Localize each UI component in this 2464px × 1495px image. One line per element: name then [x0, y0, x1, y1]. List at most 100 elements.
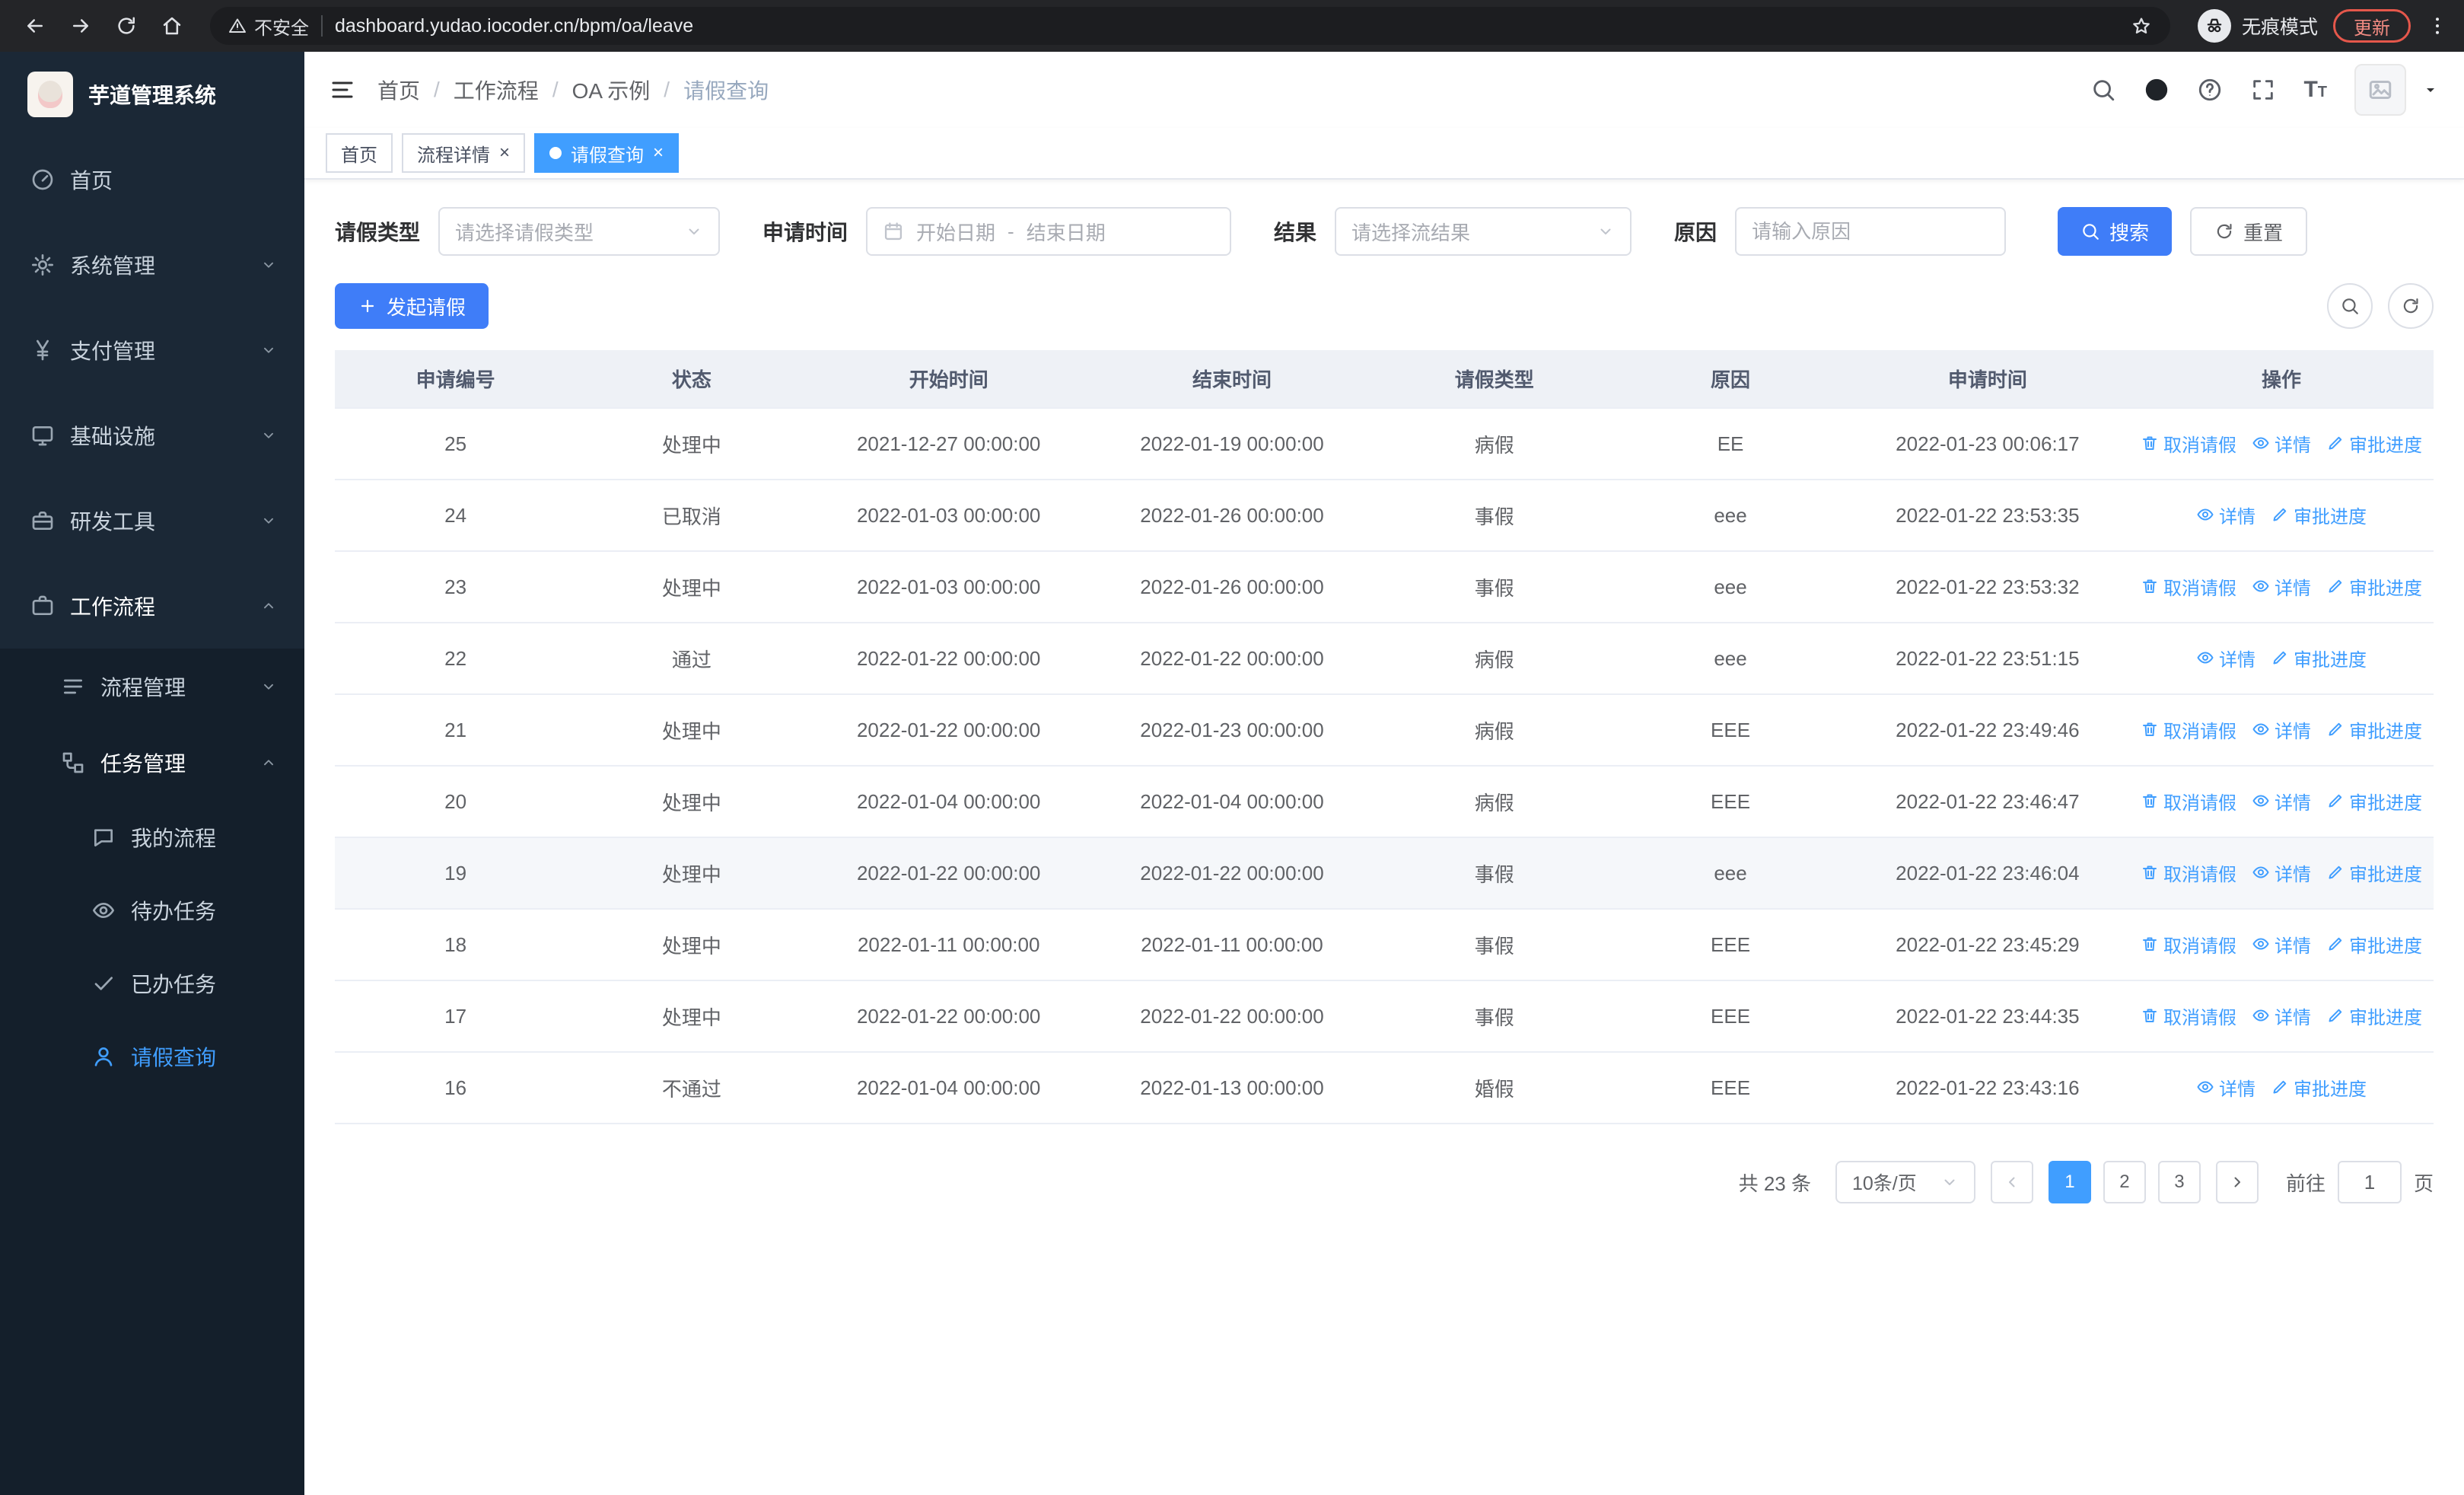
prev-page-button[interactable] — [1990, 1161, 2033, 1203]
table-row[interactable]: 23 处理中 2022-01-03 00:00:00 2022-01-26 00… — [335, 551, 2434, 623]
sidebar-item-done-tasks[interactable]: 已办任务 — [0, 947, 304, 1020]
font-size-icon[interactable]: TT — [2303, 77, 2327, 103]
action-cancel-link[interactable]: 取消请假 — [2141, 859, 2236, 886]
browser-update-button[interactable]: 更新 — [2333, 9, 2411, 43]
action-progress-link[interactable]: 审批进度 — [2326, 430, 2422, 457]
close-tab-icon[interactable]: × — [499, 144, 510, 162]
col-end-time: 结束时间 — [1090, 350, 1374, 409]
action-detail-link[interactable]: 详情 — [2252, 1003, 2311, 1029]
leave-type-select[interactable]: 请选择请假类型 — [438, 207, 721, 256]
user-avatar[interactable] — [2354, 64, 2406, 116]
action-cancel-link[interactable]: 取消请假 — [2141, 931, 2236, 958]
sidebar-collapse-icon[interactable] — [329, 76, 356, 104]
site-security-indicator[interactable]: 不安全 — [228, 13, 309, 40]
browser-menu-icon[interactable] — [2426, 14, 2449, 37]
sidebar-item-payment-management[interactable]: 支付管理 — [0, 308, 304, 393]
action-detail-link[interactable]: 详情 — [2196, 1074, 2255, 1101]
action-progress-link[interactable]: 审批进度 — [2326, 573, 2422, 600]
sidebar-item-leave-query[interactable]: 请假查询 — [0, 1020, 304, 1093]
action-detail-link[interactable]: 详情 — [2252, 716, 2311, 743]
action-progress-link[interactable]: 审批进度 — [2326, 716, 2422, 743]
action-cancel-link[interactable]: 取消请假 — [2141, 573, 2236, 600]
close-tab-icon[interactable]: × — [653, 144, 664, 162]
action-cancel-link[interactable]: 取消请假 — [2141, 430, 2236, 457]
sidebar-item-infrastructure[interactable]: 基础设施 — [0, 393, 304, 478]
sidebar-item-system-management[interactable]: 系统管理 — [0, 222, 304, 308]
sidebar-item-label: 任务管理 — [100, 752, 186, 776]
action-detail-link[interactable]: 详情 — [2196, 645, 2255, 671]
sidebar-item-process-management[interactable]: 流程管理 — [0, 649, 304, 725]
action-cancel-link[interactable]: 取消请假 — [2141, 1003, 2236, 1029]
action-cancel-link[interactable]: 取消请假 — [2141, 788, 2236, 814]
action-detail-link[interactable]: 详情 — [2196, 502, 2255, 528]
breadcrumb-item[interactable]: OA 示例 — [572, 75, 651, 105]
page-button-1[interactable]: 1 — [2048, 1161, 2091, 1203]
bookmark-star-icon[interactable] — [2131, 15, 2152, 37]
browser-forward-button[interactable] — [61, 6, 100, 46]
fullscreen-icon[interactable] — [2250, 77, 2276, 103]
action-detail-link[interactable]: 详情 — [2252, 573, 2311, 600]
sidebar-item-task-management[interactable]: 任务管理 — [0, 725, 304, 801]
page-button-2[interactable]: 2 — [2103, 1161, 2146, 1203]
page-size-select[interactable]: 10条/页 — [1835, 1161, 1975, 1203]
action-detail-link[interactable]: 详情 — [2252, 931, 2311, 958]
sidebar-item-workflow[interactable]: 工作流程 — [0, 563, 304, 649]
refresh-icon — [2214, 222, 2234, 241]
github-icon[interactable] — [2144, 77, 2170, 103]
apply-time-range-picker[interactable]: 开始日期 - 结束日期 — [866, 207, 1232, 256]
cell-end-time: 2022-01-22 00:00:00 — [1090, 837, 1374, 910]
action-progress-link[interactable]: 审批进度 — [2326, 859, 2422, 886]
table-row[interactable]: 22 通过 2022-01-22 00:00:00 2022-01-22 00:… — [335, 623, 2434, 695]
cell-reason: eee — [1615, 623, 1846, 695]
next-page-button[interactable] — [2215, 1161, 2259, 1203]
sidebar-item-dev-tools[interactable]: 研发工具 — [0, 478, 304, 563]
breadcrumb-item[interactable]: 工作流程 — [454, 75, 539, 105]
browser-back-button[interactable] — [15, 6, 55, 46]
sidebar-item-todo-tasks[interactable]: 待办任务 — [0, 874, 304, 947]
tag-home[interactable]: 首页 — [326, 133, 393, 173]
page-button-3[interactable]: 3 — [2157, 1161, 2201, 1203]
cell-reason: EE — [1615, 408, 1846, 480]
action-cancel-link[interactable]: 取消请假 — [2141, 716, 2236, 743]
action-progress-link[interactable]: 审批进度 — [2271, 502, 2367, 528]
action-progress-link[interactable]: 审批进度 — [2271, 645, 2367, 671]
app-logo-row[interactable]: 芋道管理系统 — [0, 52, 304, 137]
action-detail-link[interactable]: 详情 — [2252, 430, 2311, 457]
tag-leave-query[interactable]: 请假查询 × — [534, 133, 680, 173]
avatar-caret-icon[interactable] — [2421, 81, 2440, 99]
sidebar-item-my-processes[interactable]: 我的流程 — [0, 801, 304, 874]
search-icon[interactable] — [2090, 77, 2116, 103]
table-row[interactable]: 16 不通过 2022-01-04 00:00:00 2022-01-13 00… — [335, 1052, 2434, 1124]
breadcrumb-item[interactable]: 首页 — [377, 75, 420, 105]
reason-input[interactable] — [1735, 207, 2007, 256]
toggle-search-button[interactable] — [2327, 283, 2373, 329]
sidebar-item-dashboard[interactable]: 首页 — [0, 137, 304, 222]
table-row[interactable]: 18 处理中 2022-01-11 00:00:00 2022-01-11 00… — [335, 909, 2434, 981]
action-detail-link[interactable]: 详情 — [2252, 788, 2311, 814]
table-row[interactable]: 25 处理中 2021-12-27 00:00:00 2022-01-19 00… — [335, 408, 2434, 480]
action-progress-link[interactable]: 审批进度 — [2326, 788, 2422, 814]
action-progress-link[interactable]: 审批进度 — [2271, 1074, 2367, 1101]
action-detail-link[interactable]: 详情 — [2252, 859, 2311, 886]
browser-reload-button[interactable] — [107, 6, 146, 46]
cell-start-time: 2022-01-03 00:00:00 — [807, 480, 1090, 552]
search-button[interactable]: 搜索 — [2058, 207, 2173, 256]
action-progress-link[interactable]: 审批进度 — [2326, 931, 2422, 958]
action-progress-link[interactable]: 审批进度 — [2326, 1003, 2422, 1029]
end-date-placeholder: 结束日期 — [1026, 221, 1106, 244]
table-row[interactable]: 17 处理中 2022-01-22 00:00:00 2022-01-22 00… — [335, 980, 2434, 1053]
tag-process-detail[interactable]: 流程详情 × — [402, 133, 526, 173]
refresh-table-button[interactable] — [2388, 283, 2434, 329]
goto-page-input[interactable] — [2337, 1161, 2402, 1203]
cell-actions: 详情 审批进度 — [2129, 480, 2434, 552]
result-select[interactable]: 请选择流结果 — [1335, 207, 1632, 256]
address-bar[interactable]: 不安全 dashboard.yudao.iocoder.cn/bpm/oa/le… — [210, 7, 2170, 45]
table-row[interactable]: 19 处理中 2022-01-22 00:00:00 2022-01-22 00… — [335, 837, 2434, 910]
create-leave-button[interactable]: 发起请假 — [335, 283, 489, 329]
table-row[interactable]: 21 处理中 2022-01-22 00:00:00 2022-01-23 00… — [335, 694, 2434, 767]
reset-button[interactable]: 重置 — [2190, 207, 2308, 256]
table-row[interactable]: 24 已取消 2022-01-03 00:00:00 2022-01-26 00… — [335, 480, 2434, 552]
help-icon[interactable] — [2197, 77, 2223, 103]
table-row[interactable]: 20 处理中 2022-01-04 00:00:00 2022-01-04 00… — [335, 766, 2434, 838]
browser-home-button[interactable] — [152, 6, 192, 46]
